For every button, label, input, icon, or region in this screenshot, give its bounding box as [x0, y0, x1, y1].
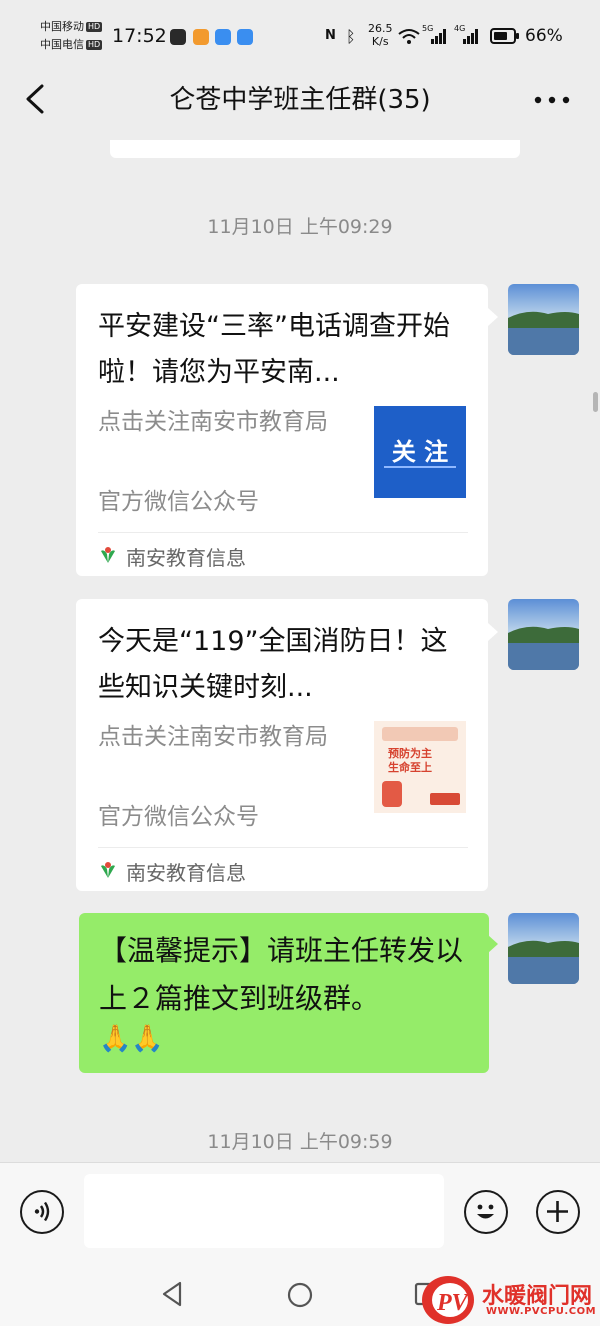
status-bar: 中国移动 HD 中国电信 HD 17:52 N ᛒ 26.5 K/s 5G 4G 6… [0, 0, 600, 72]
network-speed: 26.5 K/s [368, 22, 393, 48]
thumbnail-label: 关 注 [391, 438, 449, 466]
card-description: 点击关注南安市教育局 [98, 724, 328, 750]
status-time: 17:52 [112, 25, 167, 47]
bubble-tail [488, 623, 498, 641]
message-timestamp: 11月10日 上午09:59 [207, 1131, 393, 1153]
card-description: 点击关注南安市教育局 [98, 409, 328, 435]
avatar[interactable] [508, 599, 579, 670]
avatar-image [508, 284, 579, 355]
thumbnail-label: 预防为主 生命至上 [388, 747, 432, 774]
previous-message-card[interactable] [110, 140, 520, 158]
official-account-icon [101, 547, 115, 563]
carrier-2: 中国电信 HD [40, 38, 103, 51]
battery-level: 66% [525, 26, 563, 46]
cloud-icon [215, 29, 231, 45]
app-notification-icon [170, 29, 186, 45]
avatar[interactable] [508, 913, 579, 984]
article-card[interactable]: 平安建设“三率”电话调查开始啦！请您为平安南... 点击关注南安市教育局 官方微… [76, 284, 488, 576]
bubble-tail [488, 308, 498, 326]
signal-icon [431, 29, 446, 44]
card-thumbnail: 关 注 [374, 406, 466, 498]
watermark-logo: PV 水暖阀门网 WWW.PVCPU.COM [420, 1272, 600, 1326]
card-title: 平安建设“三率”电话调查开始啦！请您为平安南... [98, 311, 450, 388]
voice-icon [34, 1201, 50, 1222]
emoji-button[interactable] [464, 1190, 508, 1234]
watermark-mark: PV [422, 1276, 474, 1324]
battery-icon [490, 28, 519, 44]
more-functions-button[interactable] [536, 1190, 580, 1234]
nav-back-icon[interactable] [160, 1280, 186, 1308]
bluetooth-icon: ᛒ [346, 27, 356, 46]
nav-home-icon[interactable] [286, 1281, 314, 1309]
cloud-icon [237, 29, 253, 45]
card-description-line: 官方微信公众号 [98, 804, 259, 830]
card-thumbnail: 预防为主 生命至上 [374, 721, 466, 813]
carrier-1: 中国移动 HD [40, 20, 103, 33]
watermark-url: WWW.PVCPU.COM [486, 1306, 597, 1317]
avatar-image [508, 913, 579, 984]
smiley-icon [477, 1204, 494, 1219]
card-title: 今天是“119”全国消防日！这些知识关键时刻... [98, 626, 448, 703]
card-divider [98, 532, 468, 533]
chat-title: 仑苍中学班主任群(35) [169, 85, 431, 115]
plus-icon [547, 1201, 568, 1222]
text-message-bubble[interactable]: 【温馨提示】请班主任转发以上２篇推文到班级群。 🙏🙏 [79, 913, 489, 1073]
message-timestamp: 11月10日 上午09:29 [207, 216, 393, 238]
svg-text:PV: PV [436, 1290, 470, 1316]
wifi-icon [398, 29, 420, 44]
card-divider [98, 847, 468, 848]
official-account-icon [101, 862, 115, 878]
avatar-image [508, 599, 579, 670]
signal-icon [463, 29, 478, 44]
card-description-line: 官方微信公众号 [98, 489, 259, 515]
card-source: 南安教育信息 [126, 546, 246, 570]
emoji-text: 🙏🙏 [99, 1024, 164, 1054]
card-source: 南安教育信息 [126, 861, 246, 885]
scrollbar[interactable] [593, 392, 598, 412]
article-card[interactable]: 今天是“119”全国消防日！这些知识关键时刻... 点击关注南安市教育局 官方微… [76, 599, 488, 891]
avatar[interactable] [508, 284, 579, 355]
bubble-tail [488, 935, 498, 953]
voice-input-button[interactable] [20, 1190, 64, 1234]
app-notification-icon [193, 29, 209, 45]
message-text: 【温馨提示】请班主任转发以上２篇推文到班级群。 [99, 934, 464, 1015]
nfc-icon: N [325, 28, 336, 43]
message-input[interactable] [84, 1174, 444, 1248]
more-options-icon[interactable] [532, 90, 572, 110]
